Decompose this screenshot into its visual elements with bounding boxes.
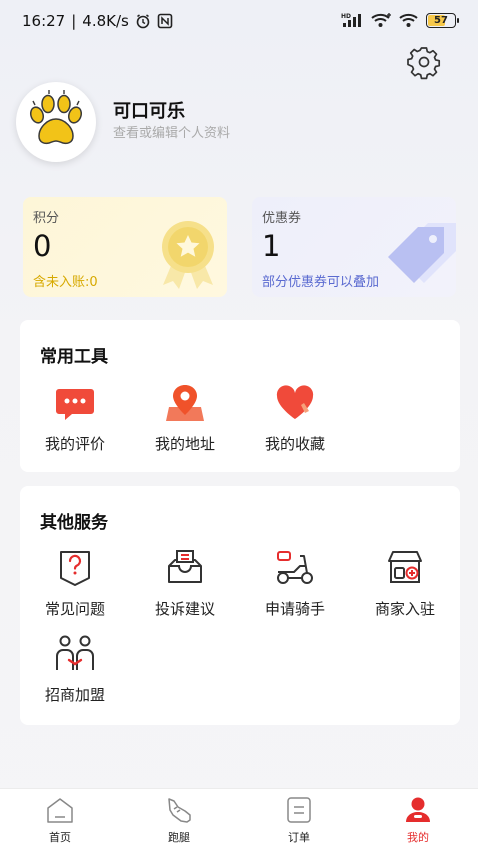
tag-icon — [388, 223, 456, 283]
mailbox-icon — [165, 548, 205, 588]
wifi-icon — [371, 13, 391, 27]
edit-profile-link[interactable]: 查看或编辑个人资料 — [113, 122, 230, 141]
service-label: 申请骑手 — [264, 600, 325, 618]
service-faq[interactable]: 常见问题 — [25, 548, 125, 619]
nickname[interactable]: 可口可乐 — [113, 97, 185, 123]
tool-my-reviews[interactable]: 我的评价 — [25, 383, 125, 454]
location-icon — [165, 383, 205, 423]
coupon-label: 优惠券 — [262, 211, 302, 226]
coupon-value: 1 — [262, 229, 281, 263]
question-icon — [55, 548, 95, 588]
nav-label: 我的 — [407, 831, 429, 844]
medal-icon — [162, 221, 214, 289]
points-value: 0 — [33, 229, 52, 263]
status-bar: 16:27 | 4.8K/s HD 57 — [0, 0, 478, 44]
status-divider: | — [71, 12, 77, 30]
service-apply-rider[interactable]: 申请骑手 — [245, 548, 345, 619]
services-section: 其他服务 常见问题 投诉建议 申请骑手 商家入驻 招商加盟 — [20, 486, 460, 725]
nav-home[interactable]: 首页 — [20, 795, 100, 845]
status-right: HD 57 — [341, 12, 459, 28]
nfc-icon — [157, 13, 173, 29]
services-title: 其他服务 — [40, 513, 108, 533]
paw-icon — [29, 90, 83, 145]
coupon-card[interactable]: 优惠券 1 部分优惠券可以叠加 — [252, 197, 456, 297]
status-left: 16:27 | 4.8K/s — [22, 12, 173, 30]
tool-my-favorites[interactable]: 我的收藏 — [245, 383, 345, 454]
battery-level: 57 — [434, 14, 448, 26]
signal-hd-label: HD — [341, 13, 351, 20]
partners-icon — [55, 634, 95, 674]
points-note: 含未入账:0 — [33, 275, 98, 290]
shoe-icon — [168, 798, 191, 823]
gear-icon — [407, 47, 441, 80]
bottom-nav: 首页 跑腿 订单 我的 — [0, 788, 478, 850]
nav-label: 订单 — [288, 831, 310, 844]
service-label: 投诉建议 — [154, 600, 215, 618]
store-icon — [385, 548, 425, 588]
nav-label: 首页 — [49, 831, 71, 844]
tool-my-address[interactable]: 我的地址 — [135, 383, 235, 454]
service-merchant-join[interactable]: 商家入驻 — [355, 548, 455, 619]
order-icon — [287, 797, 311, 823]
tool-label: 我的收藏 — [264, 435, 325, 453]
tool-label: 我的评价 — [44, 435, 105, 453]
service-label: 商家入驻 — [374, 600, 435, 618]
comment-icon — [55, 383, 95, 423]
tool-label: 我的地址 — [154, 435, 215, 453]
nav-mine[interactable]: 我的 — [378, 795, 458, 845]
user-icon — [406, 797, 430, 822]
status-net-speed: 4.8K/s — [82, 12, 129, 30]
alarm-icon — [136, 14, 150, 29]
avatar[interactable] — [16, 82, 96, 162]
coupon-note: 部分优惠券可以叠加 — [262, 275, 380, 290]
signal-icon: HD — [341, 13, 361, 27]
nav-orders[interactable]: 订单 — [259, 795, 339, 845]
service-complaint[interactable]: 投诉建议 — [135, 548, 235, 619]
wifi-icon-2 — [399, 13, 418, 27]
tools-section: 常用工具 我的评价 我的地址 我的收藏 — [20, 320, 460, 472]
home-icon — [47, 798, 73, 823]
battery-icon: 57 — [426, 12, 459, 28]
settings-button[interactable] — [406, 44, 442, 80]
service-franchise[interactable]: 招商加盟 — [25, 634, 125, 705]
nav-label: 跑腿 — [168, 831, 190, 844]
status-time: 16:27 — [22, 12, 66, 30]
points-label: 积分 — [33, 211, 60, 226]
tools-title: 常用工具 — [40, 347, 108, 367]
nav-errand[interactable]: 跑腿 — [139, 795, 219, 845]
scooter-icon — [275, 548, 315, 588]
heart-icon — [275, 383, 315, 423]
service-label: 招商加盟 — [44, 686, 105, 704]
service-label: 常见问题 — [44, 600, 105, 618]
points-card[interactable]: 积分 0 含未入账:0 — [23, 197, 227, 297]
